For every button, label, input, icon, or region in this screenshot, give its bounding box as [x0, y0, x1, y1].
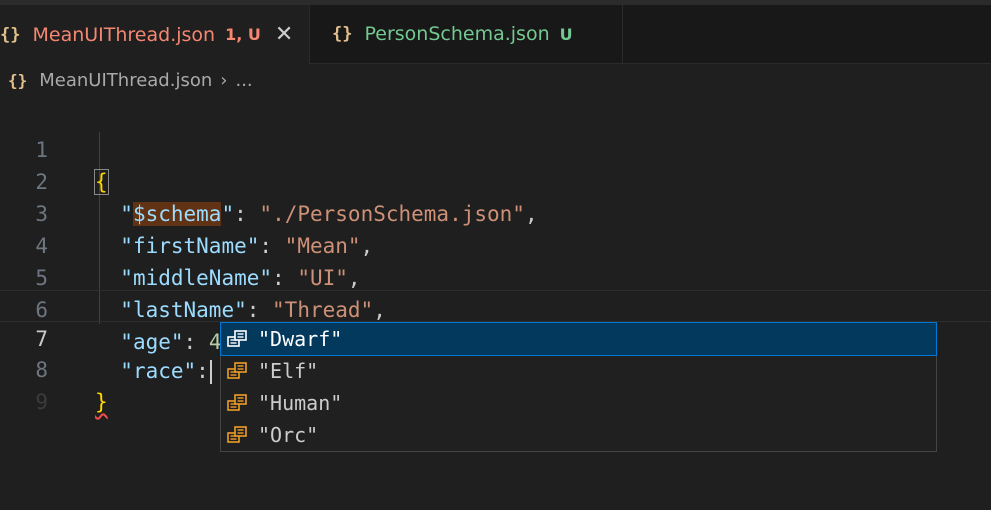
chevron-right-icon: ›: [220, 69, 228, 91]
suggestion-label: "Dwarf": [258, 327, 343, 351]
close-icon[interactable]: ✕: [275, 23, 293, 46]
suggestion-item[interactable]: "Orc": [221, 419, 936, 451]
tab-status-badge: 1, U: [225, 25, 261, 44]
code-line: 1 {: [0, 102, 991, 195]
json-file-icon: {}: [0, 24, 21, 45]
suggest-widget[interactable]: "Dwarf" "Elf" "Human" "Orc": [220, 322, 937, 452]
json-file-icon: {}: [8, 70, 28, 90]
breadcrumb-file[interactable]: MeanUIThread.json: [39, 70, 212, 91]
code-line: 3 "firstName": "Mean",: [0, 166, 991, 258]
breadcrumb: {} MeanUIThread.json › ...: [0, 64, 991, 96]
tab-label: PersonSchema.json: [364, 23, 550, 45]
suggestion-label: "Elf": [258, 359, 319, 383]
tab-status-badge: U: [559, 24, 573, 44]
tab-bar: {} MeanUIThread.json 1, U ✕ {} PersonSch…: [0, 5, 991, 64]
enum-value-icon: [227, 426, 247, 443]
enum-value-icon: [227, 330, 247, 347]
code-line: 2 "$schema": "./PersonSchema.json",: [0, 134, 991, 226]
enum-value-icon: [227, 362, 247, 379]
close-brace: }: [95, 390, 108, 414]
tab-label: MeanUIThread.json: [32, 23, 216, 46]
tab-personschema[interactable]: {} PersonSchema.json U: [310, 5, 623, 63]
suggestion-item[interactable]: "Elf": [221, 355, 936, 387]
suggestion-item[interactable]: "Human": [221, 387, 936, 419]
breadcrumb-more[interactable]: ...: [235, 70, 252, 91]
code-line-current: 7 "race":: [0, 290, 991, 384]
code-line: 4 "middleName": "UI",: [0, 198, 991, 290]
tab-meanuithread[interactable]: {} MeanUIThread.json 1, U ✕: [0, 5, 310, 64]
code-line: 5 "lastName": "Thread",: [0, 230, 991, 322]
editor-window: {} MeanUIThread.json 1, U ✕ {} PersonSch…: [0, 0, 991, 510]
enum-value-icon: [227, 394, 247, 411]
json-file-icon: {}: [332, 24, 353, 44]
line-number: 9: [35, 390, 48, 414]
suggestion-item[interactable]: "Dwarf": [220, 322, 937, 356]
suggestion-label: "Human": [258, 391, 343, 415]
suggestion-label: "Orc": [258, 423, 319, 447]
